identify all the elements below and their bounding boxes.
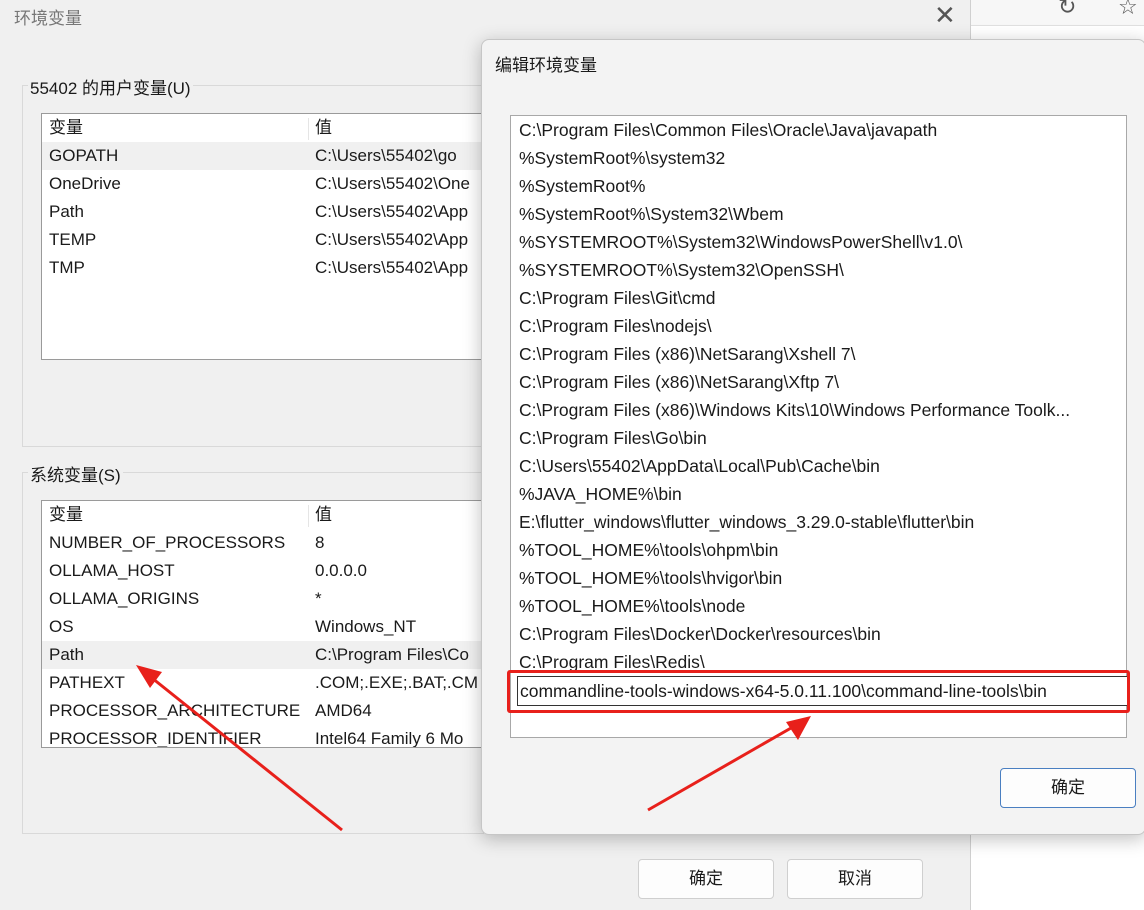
table-row[interactable]: TMP C:\Users\55402\App	[42, 254, 487, 282]
list-item[interactable]: %TOOL_HOME%\tools\hvigor\bin	[511, 564, 1124, 592]
list-item[interactable]: %TOOL_HOME%\tools\node	[511, 592, 1124, 620]
star-icon[interactable]: ☆	[1118, 0, 1138, 18]
var-name: Path	[49, 645, 84, 664]
list-header: 变量 值	[42, 501, 487, 529]
edit-environment-variable-dialog: 编辑环境变量 C:\Program Files\Common Files\Ora…	[481, 39, 1144, 835]
var-name: PATHEXT	[49, 673, 125, 692]
path-entries-list[interactable]: C:\Program Files\Common Files\Oracle\Jav…	[510, 115, 1127, 738]
var-name: Path	[49, 202, 84, 221]
cancel-button[interactable]: 取消	[787, 859, 923, 899]
var-name: GOPATH	[49, 146, 119, 165]
var-value: 8	[315, 533, 325, 552]
column-divider[interactable]	[308, 505, 309, 527]
var-name: TMP	[49, 258, 85, 277]
table-row[interactable]: TEMP C:\Users\55402\App	[42, 226, 487, 254]
table-row[interactable]: GOPATH C:\Users\55402\go	[42, 142, 487, 170]
table-row[interactable]: OS Windows_NT	[42, 613, 487, 641]
var-name: OLLAMA_ORIGINS	[49, 589, 200, 608]
list-item[interactable]: %SYSTEMROOT%\System32\WindowsPowerShell\…	[511, 228, 1124, 256]
annotation-highlight-box	[507, 670, 1130, 713]
list-item[interactable]: C:\Program Files (x86)\Windows Kits\10\W…	[511, 396, 1124, 424]
var-value: C:\Users\55402\go	[315, 146, 457, 165]
column-header-value[interactable]: 值	[315, 501, 332, 529]
list-item[interactable]: %SYSTEMROOT%\System32\OpenSSH\	[511, 256, 1124, 284]
table-row[interactable]: OLLAMA_HOST 0.0.0.0	[42, 557, 487, 585]
table-row[interactable]: OLLAMA_ORIGINS *	[42, 585, 487, 613]
column-divider[interactable]	[308, 118, 309, 140]
ok-button[interactable]: 确定	[638, 859, 774, 899]
list-item[interactable]: C:\Users\55402\AppData\Local\Pub\Cache\b…	[511, 452, 1124, 480]
var-value: *	[315, 589, 322, 608]
var-value: C:\Users\55402\One	[315, 174, 470, 193]
table-row[interactable]: PATHEXT .COM;.EXE;.BAT;.CM	[42, 669, 487, 697]
list-item[interactable]: C:\Program Files\Git\cmd	[511, 284, 1124, 312]
var-value: C:\Users\55402\App	[315, 230, 469, 249]
list-item[interactable]: %SystemRoot%	[511, 172, 1124, 200]
dialog-ok-button[interactable]: 确定	[1000, 768, 1136, 808]
column-header-name[interactable]: 变量	[49, 501, 83, 529]
list-item[interactable]: C:\Program Files\Go\bin	[511, 424, 1124, 452]
var-name: PROCESSOR_IDENTIFIER	[49, 729, 262, 748]
table-row[interactable]: Path C:\Program Files\Co	[42, 641, 487, 669]
list-item[interactable]: C:\Program Files\Docker\Docker\resources…	[511, 620, 1124, 648]
user-variables-label: 55402 的用户变量(U)	[28, 74, 193, 99]
table-row[interactable]: PROCESSOR_ARCHITECTURE AMD64	[42, 697, 487, 725]
var-value: Intel64 Family 6 Mo	[315, 729, 464, 748]
table-row[interactable]: PROCESSOR_IDENTIFIER Intel64 Family 6 Mo	[42, 725, 487, 748]
user-variables-list[interactable]: 变量 值 GOPATH C:\Users\55402\go OneDrive C:\…	[41, 113, 488, 360]
list-item[interactable]: E:\flutter_windows\flutter_windows_3.29.…	[511, 508, 1124, 536]
list-item[interactable]: C:\Program Files\Common Files\Oracle\Jav…	[511, 116, 1124, 144]
window-title: 环境变量	[14, 9, 82, 28]
var-name: PROCESSOR_ARCHITECTURE	[49, 701, 301, 720]
var-name: NUMBER_OF_PROCESSORS	[49, 533, 286, 552]
table-row[interactable]: Path C:\Users\55402\App	[42, 198, 487, 226]
list-item[interactable]: %SystemRoot%\System32\Wbem	[511, 200, 1124, 228]
dialog-title: 编辑环境变量	[495, 56, 597, 75]
column-header-value[interactable]: 值	[315, 114, 332, 142]
list-item[interactable]: %SystemRoot%\system32	[511, 144, 1124, 172]
var-name: TEMP	[49, 230, 97, 249]
list-item[interactable]: C:\Program Files (x86)\NetSarang\Xshell …	[511, 340, 1124, 368]
var-value: Windows_NT	[315, 617, 417, 636]
list-item[interactable]: C:\Program Files (x86)\NetSarang\Xftp 7\	[511, 368, 1124, 396]
list-item[interactable]: %TOOL_HOME%\tools\ohpm\bin	[511, 536, 1124, 564]
system-variables-list[interactable]: 变量 值 NUMBER_OF_PROCESSORS 8 OLLAMA_HOST 0.…	[41, 500, 488, 748]
title-bar: 环境变量 ✕	[0, 0, 970, 30]
var-value: 0.0.0.0	[315, 561, 367, 580]
close-icon[interactable]: ✕	[934, 0, 956, 31]
list-header: 变量 值	[42, 114, 487, 142]
var-name: OneDrive	[49, 174, 121, 193]
var-name: OS	[49, 617, 74, 636]
var-name: OLLAMA_HOST	[49, 561, 175, 580]
var-value: C:\Users\55402\App	[315, 202, 469, 221]
var-value: C:\Program Files\Co	[315, 645, 469, 664]
refresh-icon[interactable]: ↻	[1058, 0, 1076, 18]
column-header-name[interactable]: 变量	[49, 114, 83, 142]
table-row[interactable]: OneDrive C:\Users\55402\One	[42, 170, 487, 198]
browser-toolbar: ↻ ☆	[970, 0, 1144, 26]
var-value: AMD64	[315, 701, 372, 720]
table-row[interactable]: NUMBER_OF_PROCESSORS 8	[42, 529, 487, 557]
var-value: C:\Users\55402\App	[315, 258, 469, 277]
list-item[interactable]: C:\Program Files\nodejs\	[511, 312, 1124, 340]
system-variables-label: 系统变量(S)	[28, 461, 123, 486]
list-item[interactable]: %JAVA_HOME%\bin	[511, 480, 1124, 508]
var-value: .COM;.EXE;.BAT;.CM	[315, 673, 479, 692]
